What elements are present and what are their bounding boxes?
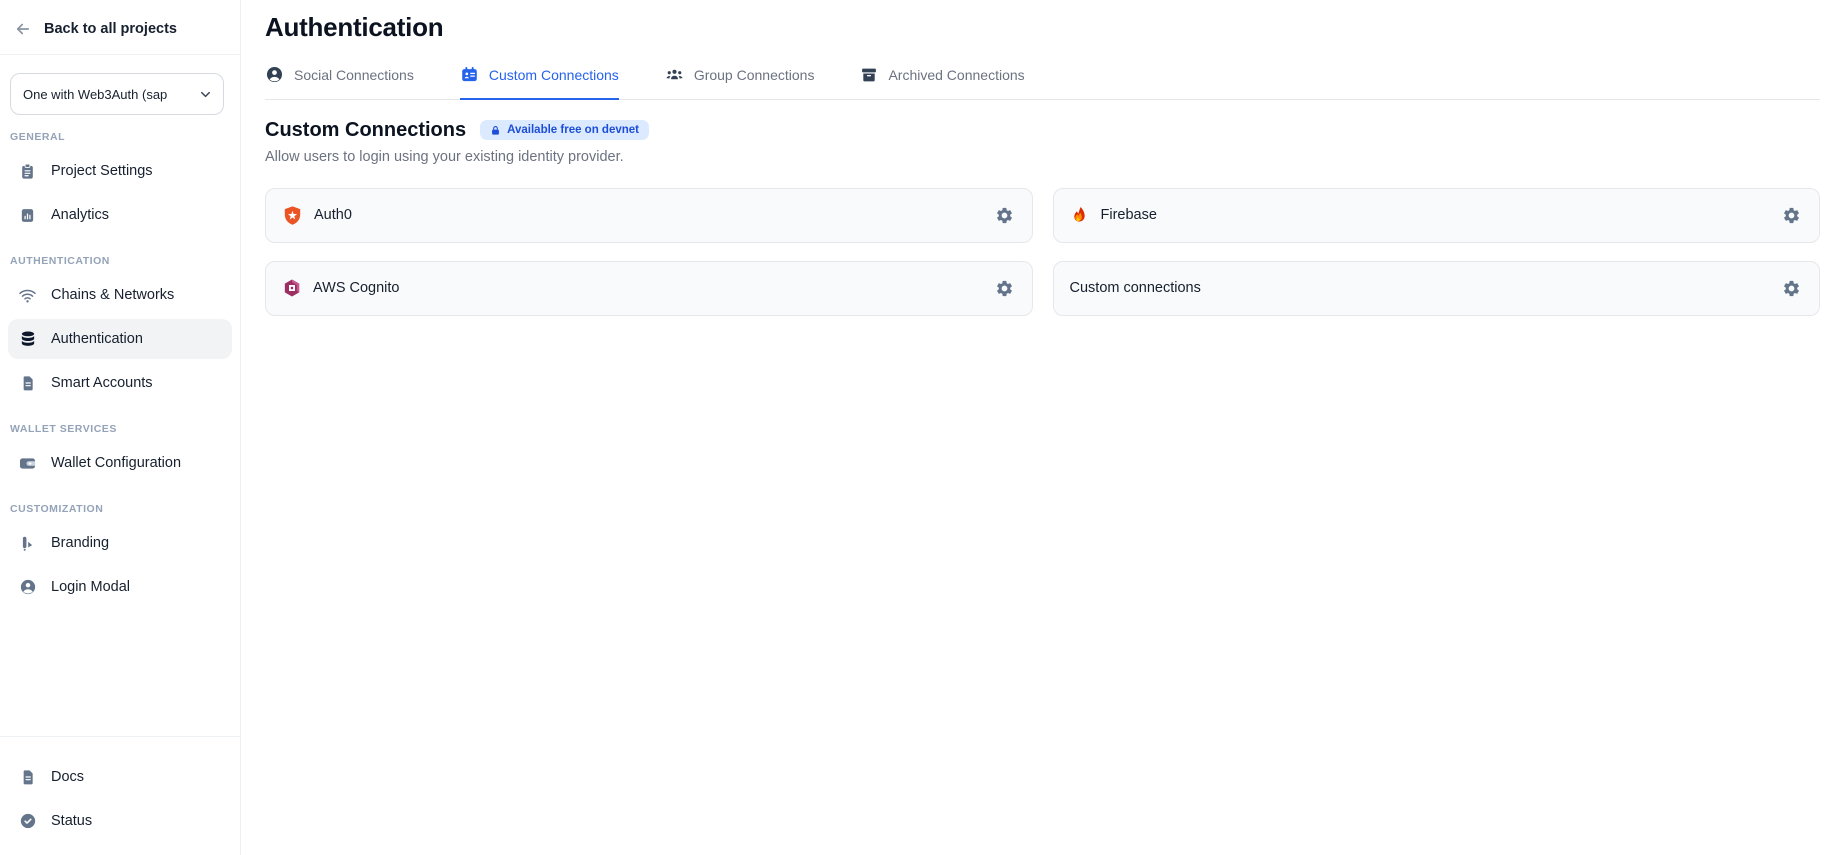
section-label-general: GENERAL [8,115,232,151]
tab-label: Custom Connections [489,67,619,83]
tab-bar: Social Connections Custom Connections Gr… [265,65,1820,100]
sidebar-item-status[interactable]: Status [8,801,232,841]
sidebar-footer: Docs Status [0,736,240,855]
archive-box-icon [860,66,878,84]
sidebar-item-smart-accounts[interactable]: Smart Accounts [8,363,232,403]
sidebar-nav: GENERAL Project Settings Analytics AUTHE… [0,115,240,611]
back-label: Back to all projects [44,21,177,37]
sidebar: Back to all projects One with Web3Auth (… [0,0,241,855]
sidebar-item-label: Wallet Configuration [51,455,181,471]
tab-custom-connections[interactable]: Custom Connections [460,65,619,100]
arrow-left-icon [14,20,32,38]
section-description: Allow users to login using your existing… [265,149,1820,165]
sidebar-item-docs[interactable]: Docs [8,757,232,797]
connection-card-label: Auth0 [314,207,352,223]
document-icon [18,769,37,785]
back-to-projects-link[interactable]: Back to all projects [0,0,240,54]
section-label-wallet-services: WALLET SERVICES [8,407,232,443]
sidebar-item-label: Branding [51,535,109,551]
sidebar-item-label: Docs [51,769,84,785]
sidebar-item-label: Authentication [51,331,143,347]
lock-icon [490,125,501,136]
settings-gear-button[interactable] [991,275,1018,302]
settings-gear-button[interactable] [991,202,1018,229]
sidebar-item-branding[interactable]: Branding [8,523,232,563]
user-circle-icon [18,578,37,596]
settings-gear-button[interactable] [1778,275,1805,302]
tab-group-connections[interactable]: Group Connections [665,65,815,100]
connection-card-auth0[interactable]: Auth0 [265,188,1033,243]
wallet-icon [18,454,37,473]
devnet-badge-label: Available free on devnet [507,124,639,136]
user-circle-icon [265,65,284,84]
tab-archived-connections[interactable]: Archived Connections [860,65,1024,100]
auth0-logo [282,205,303,226]
connection-card-custom[interactable]: Custom connections [1053,261,1821,316]
connection-card-label: Firebase [1101,207,1157,223]
chevron-down-icon [198,87,213,102]
clipboard-icon [18,163,37,180]
page-title: Authentication [265,12,1820,43]
project-selector-value: One with Web3Auth (sap [23,87,192,102]
sidebar-item-label: Smart Accounts [51,375,153,391]
sidebar-item-wallet-configuration[interactable]: Wallet Configuration [8,443,232,483]
sidebar-item-project-settings[interactable]: Project Settings [8,151,232,191]
connection-card-aws-cognito[interactable]: AWS Cognito [265,261,1033,316]
sidebar-item-label: Status [51,813,92,829]
tab-social-connections[interactable]: Social Connections [265,65,414,100]
aws-cognito-logo [282,278,302,298]
section-heading: Custom Connections [265,119,466,142]
users-group-icon [665,65,684,84]
devnet-badge: Available free on devnet [480,120,649,140]
tab-label: Archived Connections [888,67,1024,83]
badge-icon [460,65,479,84]
sidebar-item-label: Chains & Networks [51,287,174,303]
sidebar-item-authentication[interactable]: Authentication [8,319,232,359]
tab-label: Social Connections [294,67,414,83]
settings-gear-button[interactable] [1778,202,1805,229]
project-selector[interactable]: One with Web3Auth (sap [10,73,224,115]
connection-card-firebase[interactable]: Firebase [1053,188,1821,243]
spacer [0,611,240,736]
firebase-logo [1070,205,1090,225]
connection-card-label: Custom connections [1070,280,1201,296]
check-circle-icon [18,812,37,830]
connection-card-label: AWS Cognito [313,280,400,296]
section-label-customization: CUSTOMIZATION [8,487,232,523]
divider [0,54,240,55]
sidebar-item-label: Analytics [51,207,109,223]
main-content: Authentication Social Connections Custom… [241,0,1840,855]
sidebar-item-analytics[interactable]: Analytics [8,195,232,235]
section-head: Custom Connections Available free on dev… [265,119,1820,142]
sidebar-item-label: Project Settings [51,163,153,179]
sidebar-item-chains-networks[interactable]: Chains & Networks [8,275,232,315]
wifi-icon [18,286,37,305]
paintbrush-icon [18,535,37,552]
sidebar-item-label: Login Modal [51,579,130,595]
database-icon [18,330,37,348]
document-icon [18,375,37,391]
connection-cards: Auth0 Firebase AWS Cognito Custom [265,188,1820,316]
section-label-authentication: AUTHENTICATION [8,239,232,275]
bar-chart-icon [18,207,37,224]
sidebar-item-login-modal[interactable]: Login Modal [8,567,232,607]
tab-label: Group Connections [694,67,815,83]
